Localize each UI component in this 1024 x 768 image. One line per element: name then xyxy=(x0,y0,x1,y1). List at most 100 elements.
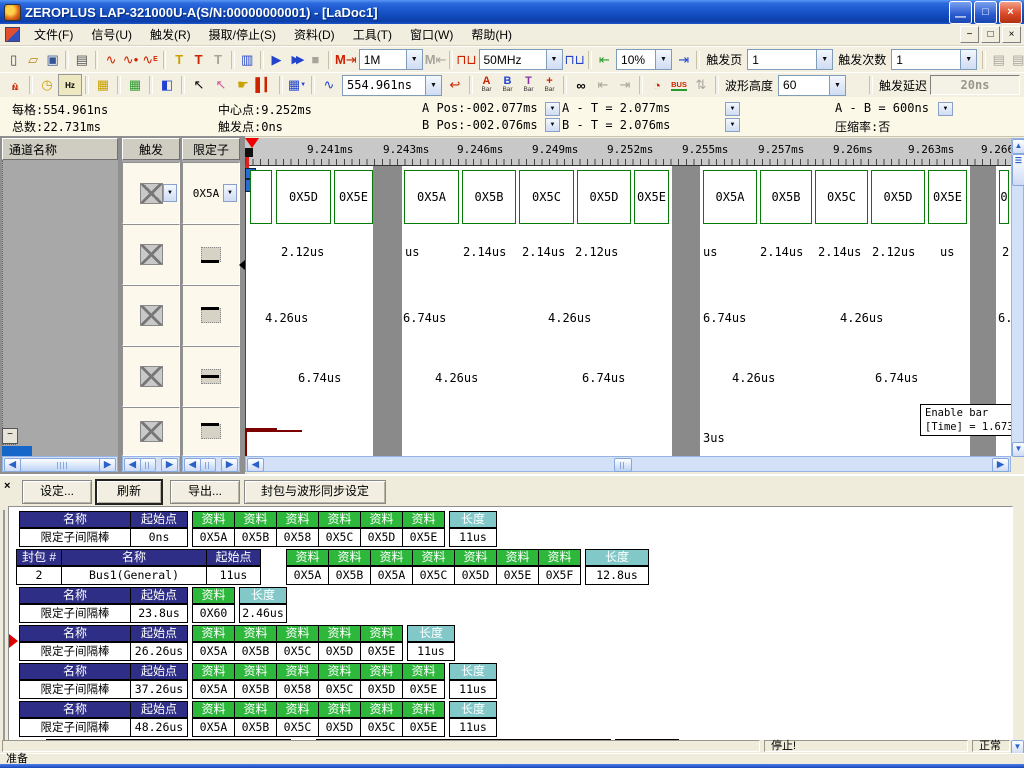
mdi-restore-button[interactable]: □ xyxy=(981,26,1000,43)
trigger-hscroll-thumb[interactable] xyxy=(140,458,156,472)
new-file-icon[interactable]: ▯ xyxy=(4,50,23,70)
qualifier-level-box[interactable] xyxy=(201,308,221,323)
packet-list[interactable]: 名称起始点资料资料资料资料资料资料长度限定子间隔棒0ns0X5A0X5B0X58… xyxy=(8,506,1013,748)
layout-icon[interactable]: ◧ xyxy=(156,75,178,95)
panel-close-icon[interactable]: × xyxy=(4,480,10,492)
next-jump-icon[interactable]: ⇥ xyxy=(614,75,636,95)
add-bar-icon[interactable]: +Bar xyxy=(539,76,560,94)
time-ruler[interactable]: 9.241ms9.243ms9.246ms9.249ms9.252ms9.255… xyxy=(245,138,1011,166)
settings-button[interactable]: 设定... xyxy=(22,480,92,504)
qualifier-cell-a1[interactable] xyxy=(182,285,240,346)
trigger-value-box[interactable] xyxy=(140,366,163,387)
trigger-cell-a0[interactable] xyxy=(122,224,180,285)
scroll-right-icon[interactable]: ▶ xyxy=(161,458,178,472)
clock-icon[interactable]: ◷ xyxy=(36,75,58,95)
revert-zoom-icon[interactable]: ↩ xyxy=(444,75,466,95)
menu-item-2[interactable]: 触发(R) xyxy=(141,24,200,45)
scroll-right-icon[interactable]: ▶ xyxy=(992,458,1009,472)
home-icon[interactable]: ⌂N xyxy=(4,75,26,95)
chevron-down-icon[interactable]: ▼ xyxy=(163,184,177,202)
scroll-up-icon[interactable]: ▲ xyxy=(1012,139,1024,154)
chevron-down-icon[interactable]: ▼ xyxy=(938,102,953,116)
trigger-delay-field[interactable]: 20ns xyxy=(930,75,1020,95)
trigger-cell-a3[interactable] xyxy=(122,407,180,456)
sync-updown-icon[interactable]: ⇅ xyxy=(690,75,712,95)
select-pointer-icon[interactable]: ↖ xyxy=(210,75,232,95)
trigger-value-box[interactable] xyxy=(140,421,163,442)
waveform-window-icon[interactable]: ▦ xyxy=(92,75,114,95)
qualifier-cell-a0[interactable] xyxy=(182,224,240,285)
wave-mode-icon[interactable]: ▦▼ xyxy=(286,75,308,95)
search-icon[interactable]: ∞ xyxy=(570,75,592,95)
export-button[interactable]: 导出... xyxy=(170,480,240,504)
chevron-down-icon[interactable]: ▼ xyxy=(223,184,237,202)
zoom-wave-icon[interactable]: ∿ xyxy=(318,75,340,95)
scroll-left-icon[interactable]: ◀ xyxy=(184,458,201,472)
run-repeat-icon[interactable]: ▶▶ xyxy=(286,50,305,70)
signal-setup-icon[interactable]: ∿ xyxy=(101,50,120,70)
pulse-width-icon[interactable]: ⊓⊔ xyxy=(456,50,476,70)
t-bar-icon[interactable]: TBar xyxy=(518,76,539,94)
bus-icon[interactable]: BUS xyxy=(668,75,690,95)
minimize-button[interactable]: ― xyxy=(949,1,972,24)
bar-analysis-icon[interactable]: ▌▎ xyxy=(254,75,276,95)
scroll-down-icon[interactable]: ▼ xyxy=(1012,442,1024,457)
trigger-value-box[interactable] xyxy=(140,244,163,265)
trigger-position-combo[interactable]: 10%▼ xyxy=(616,49,672,70)
trigger-hscrollbar[interactable]: ◀ ▶ xyxy=(122,456,180,472)
trigger-mark-icon[interactable]: T xyxy=(169,50,188,70)
sync-settings-button[interactable]: 封包与波形同步设定 xyxy=(244,480,386,504)
menu-item-5[interactable]: 工具(T) xyxy=(344,24,401,45)
trigger-value-box[interactable] xyxy=(140,305,163,326)
maximize-button[interactable]: □ xyxy=(974,1,997,24)
bus-channel-label[interactable]: Bus1 xyxy=(2,446,32,456)
menu-item-1[interactable]: 信号(U) xyxy=(82,24,141,45)
waveform-display[interactable]: 9.241ms9.243ms9.246ms9.249ms9.252ms9.255… xyxy=(245,138,1011,456)
run-icon[interactable]: ▶ xyxy=(267,50,286,70)
scroll-right-icon[interactable]: ▶ xyxy=(221,458,238,472)
hand-icon[interactable]: ☛ xyxy=(232,75,254,95)
compress-icon[interactable]: M⇥ xyxy=(335,50,357,70)
qualifier-level-box[interactable] xyxy=(201,424,221,439)
filter-icon[interactable]: ▥ xyxy=(238,50,257,70)
names-hscrollbar[interactable]: ◀ ▶ xyxy=(2,456,118,472)
post-trigger-icon[interactable]: ⇥ xyxy=(674,50,693,70)
print-icon[interactable]: ▤ xyxy=(72,50,91,70)
frequency-icon[interactable]: Hz xyxy=(58,74,82,96)
wave-height-combo[interactable]: 60▼ xyxy=(778,75,846,96)
sampling-clock-icon[interactable]: ◔ xyxy=(646,75,668,95)
menu-item-7[interactable]: 帮助(H) xyxy=(462,24,521,45)
pointer-icon[interactable]: ↖ xyxy=(188,75,210,95)
stack-panel2-icon[interactable]: ▤ xyxy=(1008,50,1024,70)
qualifier-cell-a2[interactable] xyxy=(182,346,240,407)
trigger-value-box[interactable] xyxy=(140,183,163,204)
menu-item-3[interactable]: 摄取/停止(S) xyxy=(200,24,285,45)
qualifier-cell-bus1[interactable]: 0X5A▼ xyxy=(182,162,240,224)
menu-item-0[interactable]: 文件(F) xyxy=(25,24,82,45)
menu-item-4[interactable]: 资料(D) xyxy=(285,24,344,45)
time-scale-combo[interactable]: 554.961ns▼ xyxy=(342,75,442,96)
scroll-left-icon[interactable]: ◀ xyxy=(4,458,21,472)
waveform-vertical-scrollbar[interactable]: ▲ ☰ ▼ xyxy=(1011,138,1024,456)
listing-window-icon[interactable]: ▦ xyxy=(124,75,146,95)
chevron-down-icon[interactable]: ▼ xyxy=(725,118,740,132)
qualifier-level-box[interactable] xyxy=(201,369,221,384)
chevron-down-icon[interactable]: ▼ xyxy=(545,118,560,132)
close-button[interactable]: × xyxy=(999,1,1022,24)
names-hscroll-thumb[interactable] xyxy=(20,458,104,472)
trigger-cell-bus1[interactable]: ▼ xyxy=(122,162,180,224)
prev-jump-icon[interactable]: ⇤ xyxy=(592,75,614,95)
trigger-page-combo[interactable]: 1▼ xyxy=(747,49,833,70)
qualifier-level-box[interactable] xyxy=(201,247,221,262)
b-bar-icon[interactable]: BBar xyxy=(497,76,518,94)
open-file-icon[interactable]: ▱ xyxy=(23,50,42,70)
scroll-left-icon[interactable]: ◀ xyxy=(124,458,141,472)
signal-edit-icon[interactable]: ∿• xyxy=(121,50,140,70)
chevron-down-icon[interactable]: ▼ xyxy=(545,102,560,116)
trigger-condition-icon[interactable]: T xyxy=(189,50,208,70)
vscroll-thumb[interactable]: ☰ xyxy=(1012,154,1024,186)
qualifier-hscrollbar[interactable]: ◀ ▶ xyxy=(182,456,240,472)
menu-item-6[interactable]: 窗口(W) xyxy=(401,24,462,45)
mdi-close-button[interactable]: × xyxy=(1002,26,1021,43)
a-bar-icon[interactable]: ABar xyxy=(476,76,497,94)
